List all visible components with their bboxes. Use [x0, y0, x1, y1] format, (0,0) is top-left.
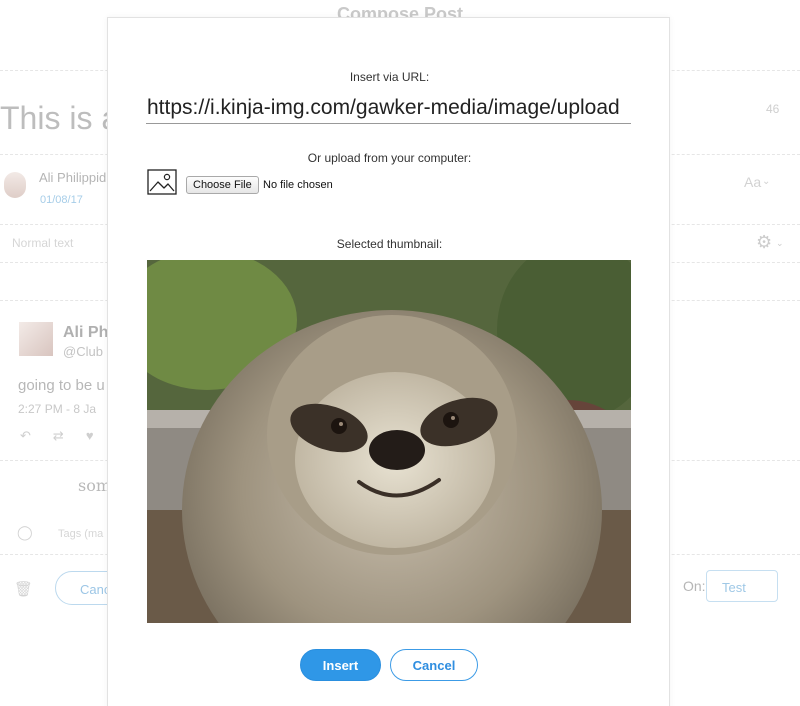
tweet-handle: @Club	[63, 344, 103, 359]
gear-icon[interactable]: ⚙	[756, 232, 772, 253]
tags-input[interactable]: Tags (ma	[58, 528, 103, 540]
headline-input[interactable]: This is a	[0, 100, 119, 137]
retweet-icon[interactable]: ⇄	[53, 428, 86, 443]
image-icon	[147, 169, 177, 195]
reply-icon[interactable]: ↶	[20, 428, 53, 443]
char-count: 46	[766, 102, 780, 116]
selected-thumbnail-image	[147, 260, 631, 623]
author-date[interactable]: 01/08/17	[40, 194, 83, 206]
typography-button[interactable]: Aa	[744, 174, 761, 190]
publish-on-label: On:	[683, 578, 706, 594]
tweet-actions: ↶⇄♥	[20, 428, 116, 444]
insert-button[interactable]: Insert	[300, 649, 381, 681]
insert-image-dialog: Insert via URL: Or upload from your comp…	[107, 17, 670, 706]
tweet-avatar	[19, 322, 53, 356]
chevron-down-icon: ⌄	[762, 176, 771, 187]
author-name: Ali Philippid	[39, 170, 107, 185]
tweet-time: 2:27 PM - 8 Ja	[18, 402, 97, 416]
file-status: No file chosen	[263, 179, 333, 191]
chevron-down-icon: ⌄	[776, 238, 784, 248]
cancel-button[interactable]: Cancel	[390, 649, 478, 681]
upload-label: Or upload from your computer:	[307, 151, 472, 165]
choose-file-button[interactable]: Choose File	[186, 176, 259, 194]
url-label: Insert via URL:	[349, 70, 430, 84]
tweet-author-name: Ali Ph	[63, 324, 109, 341]
tweet-text: going to be u	[18, 377, 105, 394]
trash-icon[interactable]: 🗑	[14, 580, 33, 598]
author-avatar	[4, 172, 26, 198]
blog-select[interactable]: Test	[706, 570, 778, 602]
text-style-select[interactable]: Normal text	[12, 236, 73, 250]
tag-icon: ◯	[17, 524, 33, 540]
image-url-input[interactable]	[146, 92, 631, 124]
thumbnail-label: Selected thumbnail:	[336, 237, 443, 251]
